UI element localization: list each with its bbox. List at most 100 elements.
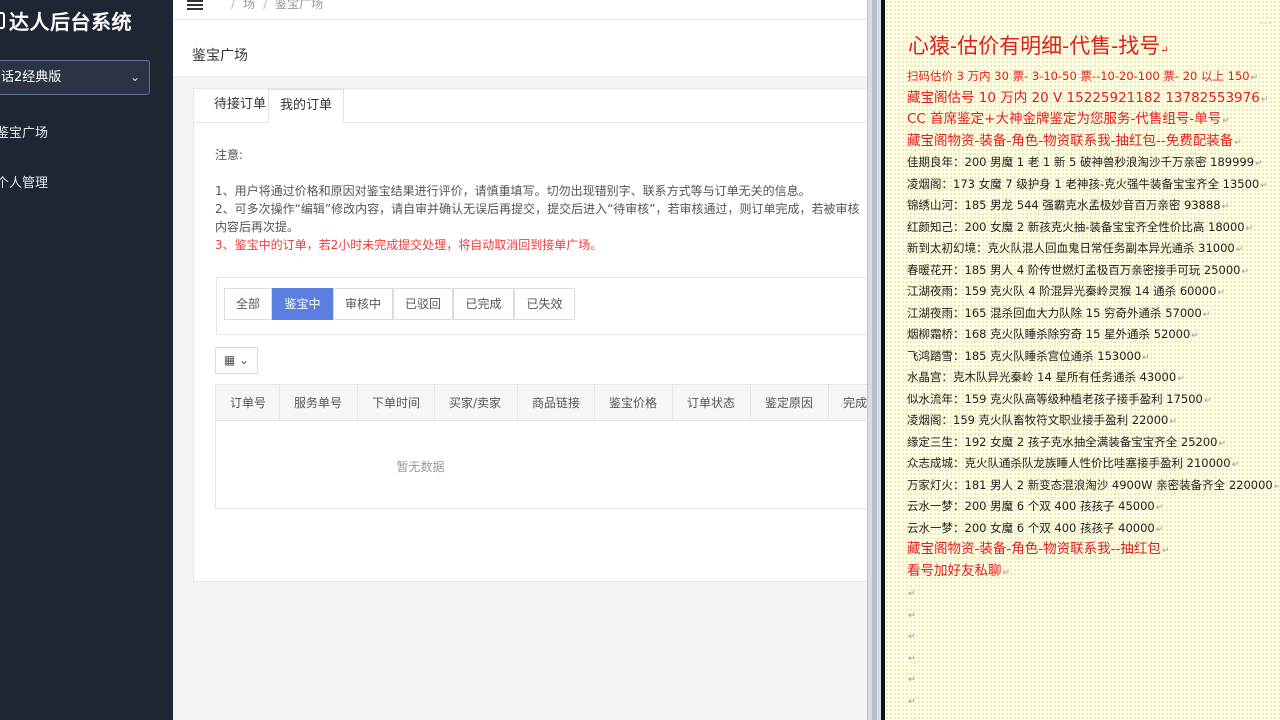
column-header: 商品链接: [518, 385, 595, 421]
document-line-text: 飞鸿踏雪：185 克火队睡杀宫位通杀 153000: [907, 348, 1142, 363]
column-header: 下单时间: [358, 385, 435, 421]
page-title: 鉴宝广场: [192, 48, 248, 64]
column-toggle-button[interactable]: ▦ ⌄: [215, 347, 258, 374]
status-filter: 全部 鉴宝中 审核中 已驳回 已完成 已失效: [216, 277, 867, 335]
document-title: 心猿-估价有明细-代售-找号↵: [908, 34, 1169, 58]
breadcrumb-current: 鉴宝广场: [275, 0, 324, 11]
document-line-text: 藏宝阁物资-装备-角色-物资联系我-抽红包--免费配装备: [907, 132, 1234, 149]
document-line: 水晶宫：克木队异光秦岭 14 星所有任务通杀 43000↵: [907, 367, 1279, 389]
document-line: 飞鸿踏雪：185 克火队睡杀宫位通杀 153000↵: [907, 346, 1279, 368]
paragraph-mark-icon: ↵: [1002, 567, 1011, 578]
document-line: ↵: [907, 690, 1279, 712]
paragraph-mark-icon: ↵: [1221, 202, 1230, 212]
sidebar: 达人后台系统 话2经典版 ⌄ 鉴宝广场 个人管理: [0, 0, 173, 720]
menu-icon[interactable]: [187, 0, 203, 10]
document-line: 扫码估价 3 万内 30 票- 3-10-50 票--10-20-100 票- …: [907, 66, 1279, 88]
filter-reviewing-button[interactable]: 审核中: [333, 288, 393, 320]
document-line-text: 万家灯火：181 男人 2 新变态混浪淘沙 4900W 亲密装备齐全 22000…: [907, 477, 1273, 492]
document-line-text: 红颜知己：200 女魔 2 新孩克火抽-装备宝宝齐全性价比高 18000: [907, 219, 1245, 234]
document-line-text: 藏宝阁物资-装备-角色-物资联系我--抽红包: [907, 541, 1161, 557]
column-header: 鉴宝价格: [595, 385, 673, 421]
document-body: 扫码估价 3 万内 30 票- 3-10-50 票--10-20-100 票- …: [907, 66, 1279, 720]
document-line: 众志成城：克火队通杀队龙族睡人性价比哇塞接手盈利 210000↵: [907, 453, 1279, 475]
paragraph-mark-icon: ↵: [1234, 137, 1242, 148]
document-line: CC 首席鉴定+大神金牌鉴定为您服务-代售组号-单号↵: [907, 109, 1279, 131]
sidebar-item-appraisal-square[interactable]: 鉴宝广场: [0, 122, 48, 141]
document-line: 藏宝阁估号 10 万内 20 V 15225921182 13782553976…: [907, 88, 1279, 110]
paragraph-mark-icon: ↵: [908, 632, 916, 642]
document-line: ↵: [907, 647, 1279, 669]
empty-text: 暂无数据: [396, 460, 445, 474]
orders-table: 订单号 服务单号 下单时间 买家/卖家 商品链接 鉴宝价格 订单状态 鉴定原因 …: [215, 384, 867, 509]
paragraph-mark-icon: ↵: [1155, 524, 1164, 535]
filter-appraising-button[interactable]: 鉴宝中: [272, 288, 333, 320]
document-line: 缘定三生：192 女魔 2 孩子克水抽全满装备宝宝齐全 25200↵: [907, 432, 1279, 454]
document-line: 看号加好友私聊↵: [907, 561, 1279, 583]
document-line: ↵: [907, 711, 1279, 720]
column-header: 订单号: [216, 385, 280, 421]
paragraph-mark-icon: ↵: [908, 610, 916, 621]
chevron-down-icon: ⌄: [129, 70, 140, 84]
chevron-down-icon: ⌄: [239, 353, 250, 367]
paragraph-mark-icon: ↵: [1217, 288, 1225, 298]
paragraph-mark-icon: ↵: [908, 653, 916, 664]
filter-expired-button[interactable]: 已失效: [514, 288, 575, 320]
filter-all-button[interactable]: 全部: [224, 288, 272, 320]
document-line: 佳期良年：200 男魔 1 老 1 新 5 破神兽秒浪淘沙千万亲密 189999…: [907, 152, 1279, 174]
table-header: 订单号 服务单号 下单时间 买家/卖家 商品链接 鉴宝价格 订单状态 鉴定原因 …: [216, 385, 867, 421]
page-header: 鉴宝广场: [173, 20, 867, 77]
document-line-text: 似水流年：159 克火队高等级种植老孩子接手盈利 17500: [907, 391, 1203, 406]
filter-rejected-button[interactable]: 已驳回: [393, 288, 453, 320]
document-line: 藏宝阁物资-装备-角色-物资联系我-抽红包--免费配装备↵: [907, 131, 1279, 153]
document-line-text: 看号加好友私聊: [907, 562, 1002, 579]
notice-item: 1、用户将通过价格和原因对鉴宝结果进行评价，请慎重填写。切勿出现错别字、联系方式…: [215, 184, 811, 198]
main-content: / 场 / 鉴宝广场 鉴宝广场 待接订单 我的订单 注意: 1、用户将通过价格和原因对…: [173, 0, 867, 720]
document-line-text: 江湖夜雨：159 克火队 4 阶混异光秦岭灵猴 14 通杀 60000: [907, 284, 1217, 298]
tab-pending-orders[interactable]: 待接订单: [203, 89, 277, 123]
filter-completed-button[interactable]: 已完成: [453, 288, 514, 320]
column-header: 订单状态: [673, 385, 751, 421]
window-divider[interactable]: [867, 0, 881, 720]
document-line-text: 凌烟阁：159 克火队畜牧符文职业接手盈利 22000: [907, 413, 1169, 427]
brand: 达人后台系统: [0, 6, 173, 36]
paragraph-mark-icon: ↵: [1191, 331, 1199, 341]
paragraph-mark-icon: ↵: [1260, 180, 1268, 191]
document-line: 藏宝阁物资-装备-角色-物资联系我--抽红包↵: [907, 539, 1279, 561]
paragraph-mark-icon: ↵: [1222, 116, 1230, 126]
document-line-text: 烟柳霜桥：168 克火队睡杀除穷奇 15 星外通杀 52000: [907, 327, 1191, 341]
paragraph-mark-icon: ↵: [1177, 374, 1185, 384]
document-line-text: 扫码估价 3 万内 30 票- 3-10-50 票--10-20-100 票- …: [907, 69, 1250, 83]
document-line-text: 众志成城：克火队通杀队龙族睡人性价比哇塞接手盈利 210000: [907, 456, 1231, 470]
paragraph-mark-icon: ↵: [1161, 546, 1170, 556]
document-line: 凌烟阁：173 女魔 7 级护身 1 老神孩-克火强牛装备宝宝齐全 13500↵: [907, 174, 1279, 196]
column-header: 买家/卖家: [435, 385, 518, 421]
document-line-text: 江湖夜雨：165 混杀回血大力队除 15 穷奇外通杀 57000: [907, 305, 1202, 320]
paragraph-mark-icon: ↵: [1235, 245, 1244, 255]
paragraph-mark-icon: ↵: [1202, 309, 1211, 320]
document-line-text: 云水一梦：200 女魔 6 个双 400 孩孩子 40000: [907, 520, 1155, 535]
paragraph-mark-icon: ↵: [908, 675, 916, 685]
document-line: 江湖夜雨：165 混杀回血大力队除 15 穷奇外通杀 57000↵: [907, 303, 1279, 325]
paragraph-mark-icon: ↵: [1218, 438, 1227, 449]
paragraph-mark-icon: ↵: [1255, 159, 1263, 169]
document-line: 锦绣山河：185 男龙 544 强霸克水孟极妙音百万亲密 93888↵: [907, 195, 1279, 217]
breadcrumb: / 场 / 鉴宝广场: [223, 0, 323, 12]
document-line: ↵: [907, 604, 1279, 626]
breadcrumb-item[interactable]: 场: [243, 0, 255, 11]
document-line-text: 凌烟阁：173 女魔 7 级护身 1 老神孩-克火强牛装备宝宝齐全 13500: [907, 176, 1260, 191]
tab-my-orders[interactable]: 我的订单: [268, 89, 345, 123]
document-line: ↵: [907, 668, 1279, 690]
document-line: 云水一梦：200 女魔 6 个双 400 孩孩子 40000↵: [907, 518, 1279, 540]
paragraph-mark-icon: ↵: [1245, 223, 1254, 234]
paragraph-mark-icon: ↵: [1142, 352, 1150, 363]
logo-icon: [0, 12, 5, 29]
sidebar-item-personal[interactable]: 个人管理: [0, 172, 48, 191]
column-header: 完成: [843, 396, 867, 410]
document-line-text: 佳期良年：200 男魔 1 老 1 新 5 破神兽秒浪淘沙千万亲密 189999: [907, 155, 1255, 169]
empty-state: 暂无数据: [215, 458, 867, 475]
document-line: 新到太初幻境：克火队混人回血鬼日常任务副本异光通杀 31000↵: [907, 238, 1279, 260]
document-line: ↵: [907, 625, 1279, 647]
document-line-text: 锦绣山河：185 男龙 544 强霸克水孟极妙音百万亲密 93888: [907, 198, 1221, 212]
paragraph-mark-icon: ↵: [1155, 503, 1164, 513]
site-select[interactable]: 话2经典版 ⌄: [0, 60, 150, 95]
